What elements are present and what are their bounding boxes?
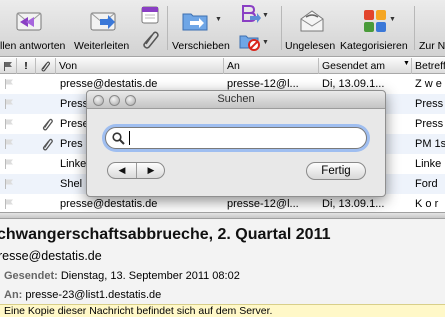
forward-button[interactable]: Weiterleiten: [74, 2, 134, 55]
move-dropdown-icon[interactable]: ▼: [215, 16, 222, 23]
categorize-icon: [364, 10, 386, 32]
toolbar-separator: [167, 6, 168, 50]
message-subject: Press: [415, 98, 444, 110]
calendar-icon[interactable]: [138, 4, 162, 26]
rules-dropdown-icon[interactable]: ▼: [262, 12, 269, 19]
search-input[interactable]: [105, 127, 367, 149]
categorize-button[interactable]: ▼ Kategorisieren: [340, 2, 412, 55]
search-dialog: Suchen ◀ ▶ Fertig: [86, 90, 386, 197]
column-header-to[interactable]: An: [224, 58, 319, 74]
to-value: presse-23@list1.destatis.de: [25, 289, 162, 301]
sent-label: Gesendet:: [4, 270, 58, 282]
text-caret: [129, 131, 130, 145]
unread-label: Ungelesen: [285, 40, 336, 52]
message-subject: Z w e: [415, 78, 442, 90]
dialog-title-bar[interactable]: Suchen: [87, 91, 385, 109]
column-header-from[interactable]: Von: [56, 58, 224, 74]
forward-icon: [90, 12, 116, 31]
move-folder-icon: [182, 13, 208, 31]
message-subject: Linke: [415, 158, 442, 170]
paperclip-icon: [42, 138, 53, 151]
categorize-label: Kategorisieren: [340, 40, 408, 52]
previous-result-button[interactable]: ◀: [108, 163, 136, 178]
flag-icon[interactable]: [4, 199, 14, 209]
reply-all-label: llen antworten: [0, 40, 66, 52]
flag-icon: [4, 62, 12, 71]
move-button[interactable]: ▼ Verschieben: [172, 2, 238, 55]
sort-descending-icon: ▼: [403, 60, 410, 67]
categorize-dropdown-icon[interactable]: ▼: [389, 16, 396, 23]
flag-icon[interactable]: [4, 79, 14, 89]
move-label: Verschieben: [172, 40, 230, 52]
message-subject: Ford: [415, 178, 438, 190]
flag-icon[interactable]: [4, 159, 14, 169]
flag-icon[interactable]: [4, 99, 14, 109]
pane-splitter[interactable]: [0, 212, 445, 219]
rules-icon[interactable]: [238, 3, 262, 25]
toolbar-separator: [414, 6, 415, 50]
message-subject: PM 1s: [415, 138, 445, 150]
search-navigation: ◀ ▶: [107, 162, 165, 179]
column-header-subject[interactable]: Betreff: [412, 58, 445, 74]
next-result-button[interactable]: ▶: [137, 163, 165, 178]
forward-label: Weiterleiten: [74, 40, 130, 52]
message-preview: chwangerschaftsabbrueche, 2. Quartal 201…: [0, 219, 445, 317]
reply-all-icon: [16, 12, 42, 31]
paperclip-icon: [42, 118, 53, 131]
sent-value: Dienstag, 13. September 2011 08:02: [60, 270, 240, 282]
preview-to-row: An: presse-23@list1.destatis.de: [4, 289, 161, 301]
unread-button[interactable]: Ungelesen: [285, 2, 339, 55]
preview-subject: chwangerschaftsabbrueche, 2. Quartal 201…: [0, 226, 331, 243]
extra-toolbar-label: Zur N: [419, 40, 445, 52]
folder-block-dropdown-icon[interactable]: ▼: [262, 39, 269, 46]
toolbar-separator: [281, 6, 282, 50]
unread-envelope-icon: [300, 10, 324, 32]
folder-block-icon[interactable]: [238, 30, 262, 52]
column-header-sent[interactable]: Gesendet am: [319, 58, 412, 74]
attachment-column-header[interactable]: [36, 58, 56, 74]
dialog-title: Suchen: [217, 93, 255, 105]
search-icon: [112, 132, 125, 145]
extra-toolbar-button[interactable]: Zur N: [419, 2, 445, 55]
preview-sent-row: Gesendet: Dienstag, 13. September 2011 0…: [4, 270, 240, 282]
flag-icon[interactable]: [4, 119, 14, 129]
message-subject: K o r: [415, 198, 439, 210]
message-list-header: ! Von An Gesendet am ▼ Betreff: [0, 58, 445, 74]
reply-all-button[interactable]: llen antworten: [0, 2, 66, 55]
preview-from: resse@destatis.de: [0, 249, 102, 263]
server-copy-notice: Eine Kopie dieser Nachricht befindet sic…: [0, 304, 445, 317]
done-button[interactable]: Fertig: [306, 162, 366, 180]
message-subject: Press: [415, 118, 444, 130]
priority-column-header[interactable]: !: [17, 58, 36, 74]
to-label: An:: [4, 289, 23, 301]
flag-icon[interactable]: [4, 139, 14, 149]
paperclip-icon: [41, 61, 50, 72]
toolbar: llen antworten Weiterleiten ▼ Verschiebe…: [0, 0, 445, 57]
attach-icon[interactable]: [138, 28, 162, 50]
flag-column-header[interactable]: [0, 58, 17, 74]
flag-icon[interactable]: [4, 179, 14, 189]
